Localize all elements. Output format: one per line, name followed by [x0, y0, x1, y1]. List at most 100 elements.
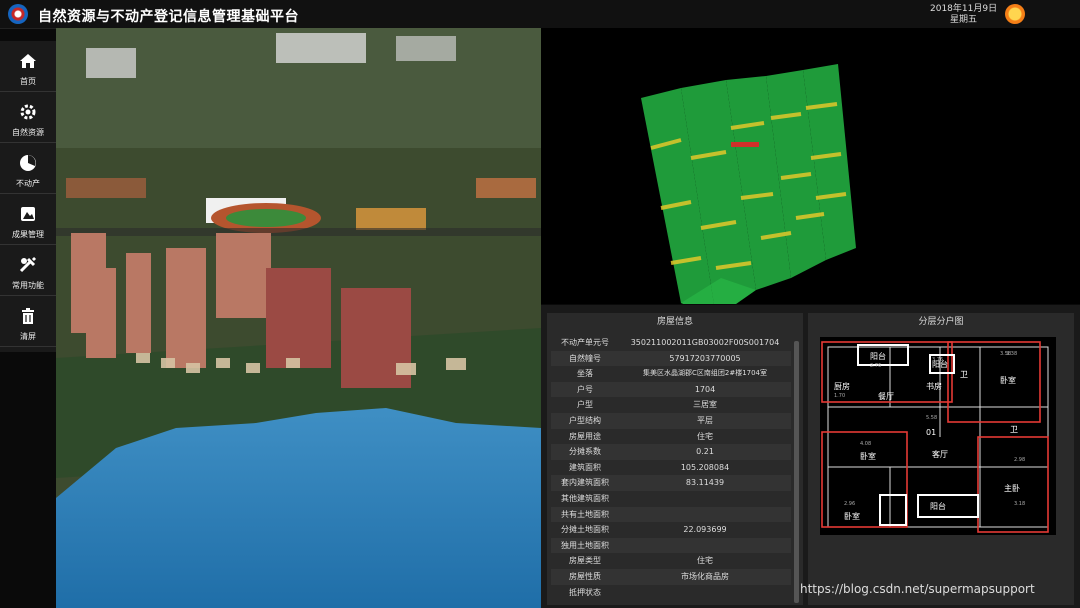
table-row: 其他建筑面积 — [551, 491, 791, 507]
sidebar: 首页 自然资源 不动产 成果管理 常用功能 清屏 — [0, 41, 56, 352]
row-value — [619, 538, 791, 554]
dimension-label: 4.08 — [860, 441, 871, 447]
table-row: 分摊土地面积 22.093699 — [551, 522, 791, 538]
sidebar-item-label: 成果管理 — [12, 230, 44, 239]
platform-logo-icon — [8, 4, 28, 24]
house-info-scrollbar[interactable] — [794, 341, 799, 603]
building-3d-view[interactable] — [541, 28, 1080, 304]
row-value: 22.093699 — [683, 525, 727, 535]
row-value: 市场化商品房 — [681, 571, 729, 581]
row-key: 自然幢号 — [569, 353, 601, 363]
row-value: 350211002011GB03002F00S001704 — [630, 338, 780, 347]
table-row: 房屋类型 住宅 — [551, 553, 791, 569]
sidebar-item-label: 常用功能 — [12, 281, 44, 290]
row-key: 户型结构 — [569, 415, 601, 425]
weather-sun-icon[interactable] — [1005, 4, 1025, 24]
row-value: 三居室 — [693, 400, 717, 410]
dimension-label: 2.96 — [844, 501, 855, 507]
floor-plan-svg: 阳台 阳台 厨房 餐厅 书房 卫 卧室 卫 卧室 客厅 主卧 卧室 阳台 01 … — [821, 341, 1049, 533]
dimension-label: 2.76 — [870, 363, 881, 369]
row-value: 集美区水晶湖郡C区南组团2#楼1704室 — [642, 369, 768, 378]
row-key: 户号 — [577, 384, 593, 394]
row-value: 住宅 — [697, 556, 713, 566]
row-value: 57917203770005 — [669, 353, 741, 363]
room-label: 卧室 — [1000, 375, 1016, 385]
sidebar-item-common[interactable]: 常用功能 — [0, 245, 56, 296]
dimension-label: 1.70 — [834, 393, 845, 399]
app-title: 自然资源与不动产登记信息管理基础平台 — [38, 9, 299, 25]
room-label: 卫 — [1010, 425, 1018, 434]
room-label: 01 — [926, 428, 936, 437]
sidebar-item-results[interactable]: 成果管理 — [0, 194, 56, 245]
city-3d-map-view[interactable] — [56, 28, 541, 608]
date-text: 2018年11月9日 — [930, 4, 998, 14]
row-key: 独用土地面积 — [561, 540, 609, 550]
table-row: 坐落 集美区水晶湖郡C区南组团2#楼1704室 — [551, 366, 791, 382]
sidebar-item-label: 清屏 — [20, 332, 36, 341]
top-bar: 自然资源与不动产登记信息管理基础平台 2018年11月9日 星期五 — [0, 0, 1080, 29]
row-value: 83.11439 — [685, 478, 725, 488]
row-key: 分摊系数 — [569, 447, 601, 457]
row-key: 户型 — [577, 400, 593, 410]
date-display: 2018年11月9日 星期五 — [930, 4, 997, 26]
row-key: 抵押状态 — [569, 587, 601, 597]
table-row: 抵押状态 — [551, 585, 791, 601]
info-panel: 房屋信息 不动产单元号 350211002011GB03002F00S001704… — [541, 305, 1080, 608]
row-key: 分摊土地面积 — [561, 525, 609, 535]
room-label: 卧室 — [860, 451, 876, 461]
room-label: 餐厅 — [878, 392, 894, 401]
home-icon — [20, 54, 36, 68]
sidebar-item-natural-resources[interactable]: 自然资源 — [0, 92, 56, 143]
row-value: 0.21 — [696, 447, 714, 457]
floor-plan-drawing[interactable]: 阳台 阳台 厨房 餐厅 书房 卫 卧室 卫 卧室 客厅 主卧 卧室 阳台 01 … — [820, 337, 1056, 535]
table-row: 户号 1704 — [551, 381, 791, 398]
room-label: 书房 — [926, 381, 942, 391]
dimension-label: 2.98 — [1014, 457, 1025, 463]
room-label: 卧室 — [844, 511, 860, 521]
sidebar-item-home[interactable]: 首页 — [0, 41, 56, 92]
sidebar-item-label: 不动产 — [16, 179, 40, 188]
tools-icon — [19, 256, 37, 273]
row-key: 建筑面积 — [569, 462, 601, 472]
row-value — [619, 585, 791, 601]
row-key: 套内建筑面积 — [561, 478, 609, 488]
dimension-label: 3.76 — [932, 357, 943, 363]
house-info-panel: 房屋信息 不动产单元号 350211002011GB03002F00S001704… — [547, 313, 803, 605]
watermark-url: https://blog.csdn.net/supermapsupport — [800, 582, 1035, 596]
row-key: 房屋性质 — [569, 571, 601, 581]
row-value — [619, 491, 791, 507]
floor-plan-panel: 分层分户图 阳台 阳台 厨房 餐厅 书房 卫 卧室 卫 卧室 客厅 主卧 卧室 … — [808, 313, 1074, 605]
room-label: 卫 — [960, 370, 968, 379]
table-row: 建筑面积 105.208084 — [551, 460, 791, 476]
row-value — [619, 507, 791, 523]
table-row: 独用土地面积 — [551, 537, 791, 554]
pie-icon — [20, 155, 36, 171]
table-row: 分摊系数 0.21 — [551, 444, 791, 460]
selected-unit-highlight — [731, 142, 759, 147]
city-scene — [56, 28, 541, 608]
dimension-label: 5.58 — [926, 415, 937, 421]
row-key: 不动产单元号 — [561, 338, 609, 347]
trash-icon — [22, 308, 34, 324]
row-value: 1704 — [694, 384, 716, 394]
row-key: 其他建筑面积 — [561, 493, 609, 503]
sidebar-item-clear[interactable]: 清屏 — [0, 296, 56, 347]
room-label: 阳台 — [870, 351, 886, 361]
room-label: 客厅 — [932, 449, 948, 459]
table-row: 房屋用途 住宅 — [551, 429, 791, 445]
row-key: 房屋类型 — [569, 556, 601, 566]
house-info-table: 不动产单元号 350211002011GB03002F00S001704 自然幢号… — [551, 335, 791, 600]
floor-plan-title: 分层分户图 — [918, 317, 964, 327]
sidebar-item-label: 首页 — [20, 77, 36, 86]
row-key: 坐落 — [577, 369, 593, 379]
row-key: 房屋用途 — [569, 431, 601, 441]
row-value: 平层 — [697, 415, 713, 425]
building-model — [641, 64, 856, 304]
house-info-title: 房屋信息 — [656, 317, 693, 327]
dimension-label: 3.18 — [1014, 501, 1025, 507]
table-row: 不动产单元号 350211002011GB03002F00S001704 — [551, 335, 791, 351]
sidebar-item-real-estate[interactable]: 不动产 — [0, 143, 56, 194]
room-label: 阳台 — [930, 501, 946, 511]
room-label: 主卧 — [1004, 483, 1020, 493]
table-row: 自然幢号 57917203770005 — [551, 350, 791, 367]
